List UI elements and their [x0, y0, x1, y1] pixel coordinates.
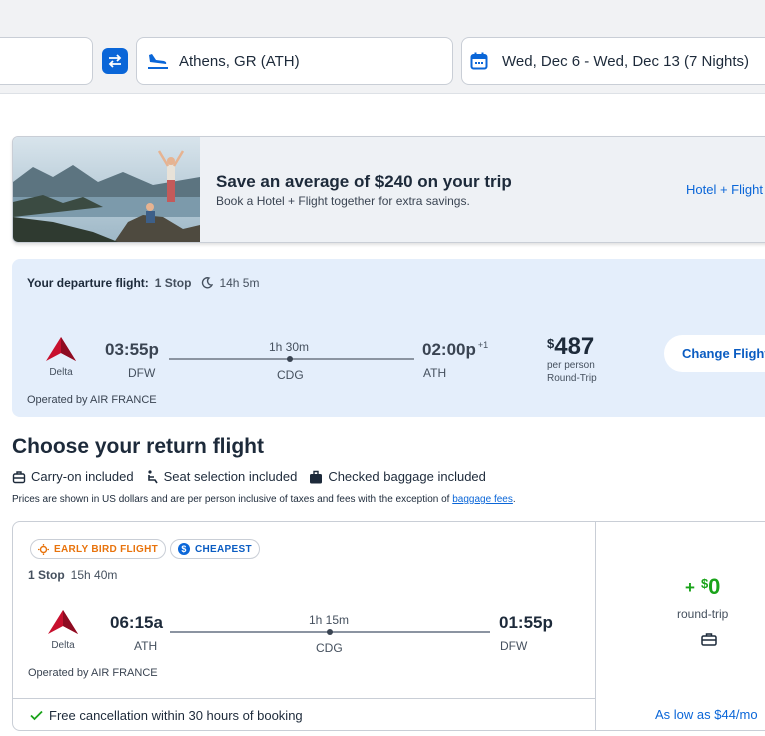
return-depart-time: 06:15a	[110, 613, 163, 632]
dollar-coin-icon: $	[178, 543, 190, 555]
departure-duration: 14h 5m	[219, 276, 260, 290]
return-arrive-time: 01:55p	[499, 613, 553, 632]
card-vertical-divider	[595, 522, 596, 730]
badge-cheapest: $ CHEAPEST	[170, 539, 260, 559]
return-duration: 15h 40m	[70, 568, 118, 582]
hotel-flight-promo[interactable]: Save an average of $240 on your trip Boo…	[12, 136, 765, 243]
airline-name: Delta	[49, 367, 73, 378]
change-flight-button[interactable]: Change Flight	[664, 335, 765, 372]
return-heading: Choose your return flight	[12, 435, 264, 458]
promo-title: Save an average of $240 on your trip	[216, 172, 512, 191]
return-price: + $ 0	[685, 574, 720, 600]
return-depart-code: ATH	[134, 639, 158, 653]
swap-button[interactable]	[102, 48, 128, 74]
badge-early-bird: EARLY BIRD FLIGHT	[30, 539, 166, 559]
seat-icon	[147, 469, 158, 483]
plane-landing-icon	[148, 54, 168, 69]
return-price-value: 0	[708, 574, 721, 599]
return-stops: 1 Stop	[28, 568, 65, 582]
amenity-checked-label: Checked baggage included	[328, 469, 486, 484]
return-operated-by: Operated by AIR FRANCE	[28, 667, 158, 679]
promo-photo	[13, 137, 200, 242]
layover-dot	[287, 356, 293, 362]
cancellation-text: Free cancellation within 30 hours of boo…	[49, 708, 303, 723]
origin-field[interactable]	[0, 37, 93, 85]
return-price-note: round-trip	[677, 607, 729, 621]
amenity-checked: Checked baggage included	[309, 469, 486, 484]
return-arrive-code: DFW	[500, 639, 528, 653]
destination-value: Athens, GR (ATH)	[179, 52, 300, 70]
price-note-person: per person	[547, 360, 595, 371]
return-layover-dot	[327, 629, 333, 635]
svg-text:$: $	[181, 544, 186, 554]
price-plus: +	[685, 578, 695, 597]
destination-field[interactable]: Athens, GR (ATH)	[136, 37, 453, 85]
disclaimer-end: .	[512, 494, 516, 505]
dates-field[interactable]: Wed, Dec 6 - Wed, Dec 13 (7 Nights)	[461, 37, 765, 85]
return-airline-logo-delta: Delta	[47, 609, 79, 651]
checked-bag-icon	[310, 470, 323, 483]
swap-icon	[108, 54, 122, 68]
depart-code: DFW	[128, 366, 156, 380]
promo-subtitle: Book a Hotel + Flight together for extra…	[216, 194, 470, 208]
return-layover-code: CDG	[316, 641, 343, 655]
amenity-carryon: Carry-on included	[12, 469, 134, 484]
depart-time: 03:55p	[105, 340, 159, 359]
delta-logo-icon	[48, 610, 78, 634]
dates-value: Wed, Dec 6 - Wed, Dec 13 (7 Nights)	[502, 52, 750, 70]
disclaimer-text: Prices are shown in US dollars and are p…	[12, 494, 450, 505]
price-note-roundtrip: Round-Trip	[547, 373, 597, 384]
moon-icon	[202, 277, 214, 289]
amenities-list: Carry-on included Seat selection include…	[12, 469, 486, 484]
amenity-seat: Seat selection included	[146, 469, 298, 484]
amenity-seat-label: Seat selection included	[163, 469, 298, 484]
promo-link[interactable]: Hotel + Flight	[686, 182, 763, 197]
calendar-icon	[470, 52, 488, 70]
carry-on-bag-icon	[12, 470, 26, 483]
departure-stops: 1 Stop	[154, 276, 192, 290]
arrive-day-offset: +1	[477, 340, 489, 350]
return-price-symbol: $	[700, 576, 709, 591]
amenity-carryon-label: Carry-on included	[31, 469, 134, 484]
price-disclaimer: Prices are shown in US dollars and are p…	[12, 494, 516, 505]
search-bar: Athens, GR (ATH) Wed, Dec 6 - Wed, Dec 1…	[0, 0, 765, 94]
badge-cheapest-label: CHEAPEST	[195, 543, 252, 555]
change-flight-label: Change Flight	[682, 346, 765, 361]
badge-early-bird-label: EARLY BIRD FLIGHT	[54, 543, 158, 555]
card-bottom-divider	[13, 698, 595, 699]
airline-logo-delta: Delta	[45, 336, 77, 378]
departure-flight-summary: Your departure flight: 1 Stop 14h 5m Del…	[12, 259, 765, 417]
arrive-time: 02:00p	[422, 340, 476, 359]
return-airline-name: Delta	[51, 640, 75, 651]
return-flight-card[interactable]: EARLY BIRD FLIGHT $ CHEAPEST 1 Stop 15h …	[12, 521, 765, 731]
layover-duration: 1h 30m	[269, 340, 310, 354]
departure-label: Your departure flight:	[27, 276, 149, 290]
arrive-code: ATH	[423, 366, 447, 380]
price-symbol: $	[547, 336, 555, 351]
operated-by: Operated by AIR FRANCE	[27, 394, 157, 406]
cancellation-note: Free cancellation within 30 hours of boo…	[30, 708, 303, 723]
monthly-payment-link[interactable]: As low as $44/mo	[655, 707, 758, 722]
baggage-fees-link[interactable]: baggage fees	[452, 494, 513, 505]
layover-code: CDG	[277, 368, 304, 382]
sun-icon	[38, 543, 49, 555]
checkmark-icon	[30, 710, 43, 721]
return-layover-duration: 1h 15m	[309, 613, 350, 627]
delta-logo-icon	[46, 337, 76, 361]
departure-price: 487	[554, 333, 595, 360]
briefcase-icon	[701, 633, 717, 646]
